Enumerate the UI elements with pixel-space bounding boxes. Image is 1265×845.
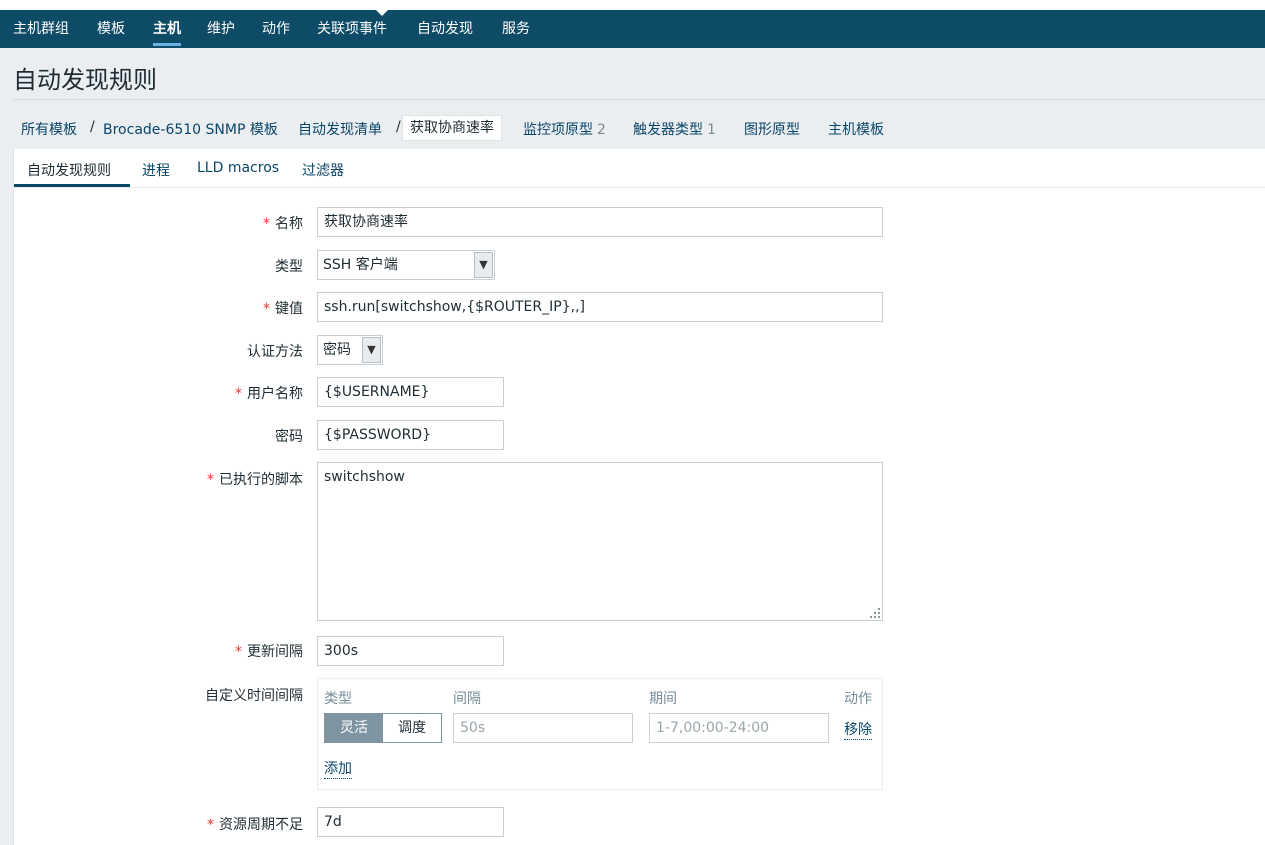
breadcrumb-template[interactable]: Brocade-6510 SNMP 模板 xyxy=(103,119,278,139)
item-prototypes-count: 2 xyxy=(597,122,606,138)
script-label-text: 已执行的脚本 xyxy=(219,472,303,488)
col-action-header: 动作 xyxy=(844,691,872,707)
add-interval-link[interactable]: 添加 xyxy=(324,758,352,779)
keep-lost-label-text: 资源周期不足 xyxy=(219,817,303,833)
username-input[interactable]: {$USERNAME} xyxy=(317,377,504,407)
interval-type-toggle: 灵活 调度 xyxy=(324,713,442,743)
tab-discovery-rule[interactable]: 自动发现规则 xyxy=(27,160,111,180)
col-interval-header: 间隔 xyxy=(453,691,481,707)
nav-item-discovery[interactable]: 自动发现 xyxy=(417,10,473,48)
item-prototypes-label: 监控项原型 xyxy=(523,122,593,138)
form-panel: 自动发现规则 进程 LLD macros 过滤器 * 名称 获取协商速率 类型 S… xyxy=(13,149,1265,845)
name-label-text: 名称 xyxy=(275,216,303,232)
scheduling-button[interactable]: 调度 xyxy=(383,714,441,742)
col-period-header: 期间 xyxy=(649,691,677,707)
keep-lost-resources-input[interactable]: 7d xyxy=(317,807,504,837)
required-mark: * xyxy=(207,817,214,833)
auth-method-label: 认证方法 xyxy=(247,344,303,360)
required-mark: * xyxy=(235,386,242,402)
auth-method-value: 密码 xyxy=(323,342,351,358)
required-mark: * xyxy=(207,472,214,488)
col-type-header: 类型 xyxy=(324,691,352,707)
tab-lld-macros[interactable]: LLD macros xyxy=(197,160,279,176)
breadcrumb-item-prototypes[interactable]: 监控项原型 2 xyxy=(523,119,606,139)
chevron-down-icon: ▼ xyxy=(474,252,493,278)
custom-intervals-label: 自定义时间间隔 xyxy=(205,688,303,704)
nav-item-templates[interactable]: 模板 xyxy=(97,10,125,48)
title-divider xyxy=(13,99,1265,100)
required-mark: * xyxy=(263,216,270,232)
auth-method-select[interactable]: 密码 ▼ xyxy=(317,335,383,365)
nav-item-services[interactable]: 服务 xyxy=(502,10,530,48)
nav-item-host-groups[interactable]: 主机群组 xyxy=(13,10,69,48)
type-label: 类型 xyxy=(275,259,303,275)
trigger-types-count: 1 xyxy=(707,122,716,138)
breadcrumb-graph-prototypes[interactable]: 图形原型 xyxy=(744,119,800,139)
name-label: * 名称 xyxy=(263,213,303,233)
nav-item-hosts[interactable]: 主机 xyxy=(153,10,181,48)
nav-item-maintenance[interactable]: 维护 xyxy=(207,10,235,48)
type-select-value: SSH 客户端 xyxy=(323,257,398,273)
tab-filters[interactable]: 过滤器 xyxy=(302,160,344,180)
key-label-text: 键值 xyxy=(275,301,303,317)
password-label: 密码 xyxy=(275,429,303,445)
key-label: * 键值 xyxy=(263,298,303,318)
active-tab-indicator xyxy=(14,184,130,187)
custom-intervals-table: 类型 间隔 期间 动作 灵活 调度 50s 1-7,00:00-24:00 移除… xyxy=(317,678,883,790)
tabs-divider xyxy=(14,187,1265,188)
breadcrumb-separator: / xyxy=(90,119,95,135)
update-interval-input[interactable]: 300s xyxy=(317,636,504,666)
required-mark: * xyxy=(263,301,270,317)
main-menu: 主机群组 模板 主机 维护 动作 关联项事件 自动发现 服务 xyxy=(0,9,1265,48)
type-select[interactable]: SSH 客户端 ▼ xyxy=(317,250,495,280)
keep-lost-resources-label: * 资源周期不足 xyxy=(207,814,303,834)
resize-grip-icon[interactable] xyxy=(870,608,880,618)
password-input[interactable]: {$PASSWORD} xyxy=(317,420,504,450)
name-input[interactable]: 获取协商速率 xyxy=(317,207,883,237)
breadcrumb-all-templates[interactable]: 所有模板 xyxy=(21,119,77,139)
tab-preprocessing[interactable]: 进程 xyxy=(142,160,170,180)
remove-interval-link[interactable]: 移除 xyxy=(844,719,872,740)
script-text: switchshow xyxy=(324,469,405,485)
flexible-button[interactable]: 灵活 xyxy=(325,714,383,742)
interval-period-input[interactable]: 1-7,00:00-24:00 xyxy=(649,713,829,743)
breadcrumb-trigger-types[interactable]: 触发器类型 1 xyxy=(633,119,716,139)
update-interval-label: * 更新间隔 xyxy=(235,641,303,661)
page-title: 自动发现规则 xyxy=(13,66,157,94)
breadcrumb-host-templates[interactable]: 主机模板 xyxy=(828,119,884,139)
username-label-text: 用户名称 xyxy=(247,386,303,402)
script-label: * 已执行的脚本 xyxy=(207,469,303,489)
trigger-types-label: 触发器类型 xyxy=(633,122,703,138)
required-mark: * xyxy=(235,644,242,660)
script-textarea[interactable]: switchshow xyxy=(317,462,883,621)
chevron-down-icon: ▼ xyxy=(362,337,381,363)
username-label: * 用户名称 xyxy=(235,383,303,403)
breadcrumb-current-rule: 获取协商速率 xyxy=(402,115,502,141)
interval-delay-input[interactable]: 50s xyxy=(453,713,633,743)
top-strip xyxy=(0,0,1265,10)
nav-item-actions[interactable]: 动作 xyxy=(262,10,290,48)
nav-item-event-correlation[interactable]: 关联项事件 xyxy=(317,10,387,48)
breadcrumb-discovery-list[interactable]: 自动发现清单 xyxy=(298,119,382,139)
key-input[interactable]: ssh.run[switchshow,{$ROUTER_IP},,] xyxy=(317,292,883,322)
breadcrumb-separator: / xyxy=(396,119,401,135)
update-interval-label-text: 更新间隔 xyxy=(247,644,303,660)
